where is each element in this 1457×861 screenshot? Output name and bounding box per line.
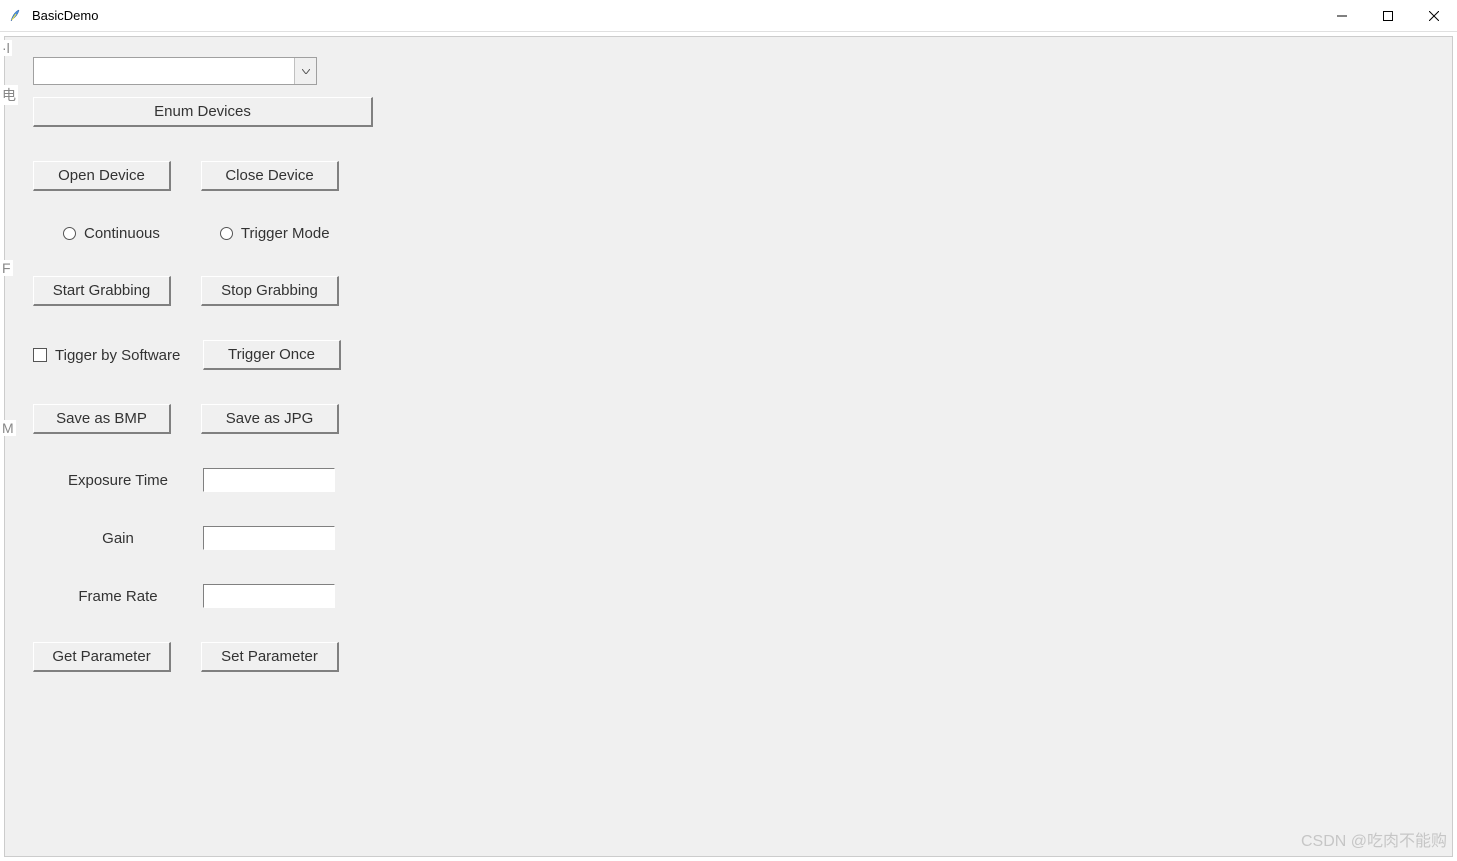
trigger-software-label: Tigger by Software	[55, 347, 180, 364]
frame-rate-label: Frame Rate	[33, 588, 203, 605]
continuous-radio-label: Continuous	[84, 225, 160, 242]
maximize-button[interactable]	[1365, 0, 1411, 32]
set-parameter-button[interactable]: Set Parameter	[201, 642, 339, 672]
close-button[interactable]	[1411, 0, 1457, 32]
gain-input[interactable]	[203, 526, 335, 550]
open-device-button[interactable]: Open Device	[33, 161, 171, 191]
get-parameter-button[interactable]: Get Parameter	[33, 642, 171, 672]
radio-icon	[220, 227, 233, 240]
trigger-software-checkbox[interactable]: Tigger by Software	[33, 347, 193, 364]
window-controls	[1319, 0, 1457, 31]
window-title: BasicDemo	[32, 8, 98, 23]
controls-panel: Enum Devices Open Device Close Device Co…	[33, 57, 373, 672]
client-area: Enum Devices Open Device Close Device Co…	[4, 36, 1453, 857]
trigger-mode-radio[interactable]: Trigger Mode	[220, 225, 330, 242]
gain-label: Gain	[33, 530, 203, 547]
bg-fragment: M	[0, 420, 16, 436]
bg-fragment: ·l	[0, 40, 12, 56]
device-combobox[interactable]	[33, 57, 317, 85]
app-window: BasicDemo Enum Devices	[0, 0, 1457, 861]
bg-fragment: F	[0, 260, 13, 276]
save-bmp-button[interactable]: Save as BMP	[33, 404, 171, 434]
enum-devices-button[interactable]: Enum Devices	[33, 97, 373, 127]
start-grabbing-button[interactable]: Start Grabbing	[33, 276, 171, 306]
continuous-radio[interactable]: Continuous	[63, 225, 160, 242]
trigger-once-button[interactable]: Trigger Once	[203, 340, 341, 370]
chevron-down-icon	[294, 58, 316, 84]
trigger-mode-radio-label: Trigger Mode	[241, 225, 330, 242]
title-bar: BasicDemo	[0, 0, 1457, 32]
exposure-time-input[interactable]	[203, 468, 335, 492]
radio-icon	[63, 227, 76, 240]
minimize-button[interactable]	[1319, 0, 1365, 32]
exposure-time-label: Exposure Time	[33, 472, 203, 489]
close-device-button[interactable]: Close Device	[201, 161, 339, 191]
checkbox-icon	[33, 348, 47, 362]
bg-fragment: 电	[0, 85, 18, 105]
frame-rate-input[interactable]	[203, 584, 335, 608]
stop-grabbing-button[interactable]: Stop Grabbing	[201, 276, 339, 306]
feather-icon	[8, 8, 24, 24]
save-jpg-button[interactable]: Save as JPG	[201, 404, 339, 434]
